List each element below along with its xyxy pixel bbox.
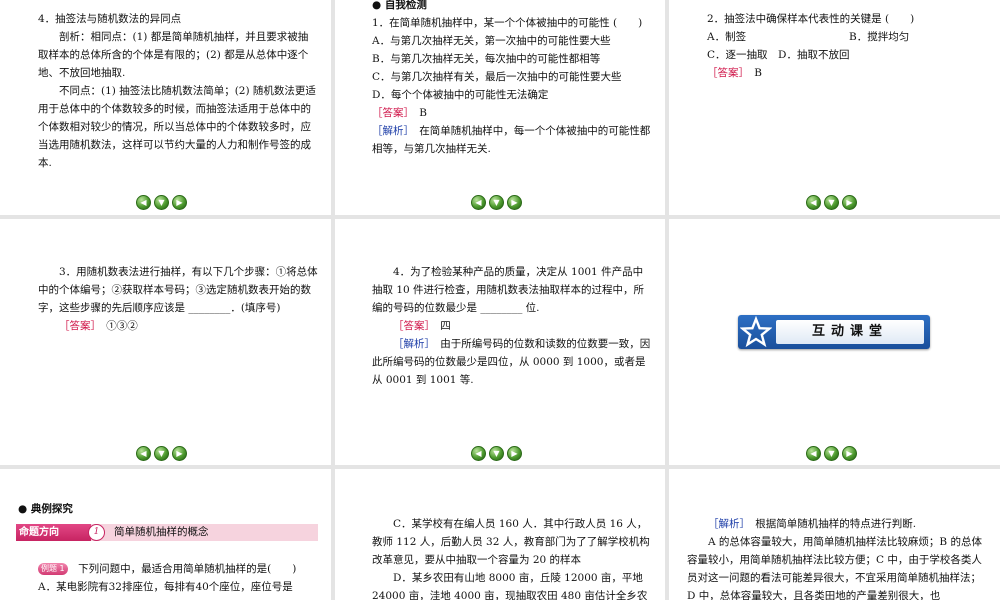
option-c: C．逐一抽取 [707, 49, 768, 61]
home-icon[interactable]: ▼ [824, 446, 839, 461]
next-icon[interactable]: ▶ [507, 195, 522, 210]
explanation-label: ［解析］ [372, 125, 409, 137]
slide-8: C．某学校有在编人员 160 人．其中行政人员 16 人，教师 112 人，后勤… [335, 469, 665, 600]
explanation-label: ［解析］ [708, 518, 745, 530]
topic-tag: 命题方向 [16, 524, 91, 541]
prev-icon[interactable]: ◀ [471, 195, 486, 210]
example-question: 例题 1 下列问题中，最适合用简单随机抽样的是( ) [38, 560, 323, 578]
slide-1: 4．抽签法与随机数法的异同点 剖析：相同点：(1) 都是简单随机抽样，并且要求被… [0, 0, 331, 215]
option-c: C．与第几次抽样有关，最后一次抽中的可能性要大些 [372, 71, 622, 83]
explanation-text: 根据简单随机抽样的特点进行判断. [755, 518, 917, 530]
next-icon[interactable]: ▶ [172, 195, 187, 210]
answer-label: ［答案］ [59, 320, 96, 332]
option-d: D．抽取不放回 [778, 49, 850, 61]
slide-5: 4．为了检验某种产品的质量，决定从 1001 件产品中抽取 10 件进行检查，用… [335, 219, 665, 465]
slide-2: ● 自我检测 1．在简单随机抽样中，某一个个体被抽中的可能性 ( ) A．与第几… [335, 0, 665, 215]
topic-title: 简单随机抽样的概念 [114, 526, 209, 538]
question: 3．用随机数表法进行抽样，有以下几个步骤：①将总体中的个体编号；②获取样本号码；… [38, 266, 318, 314]
paragraph: 剖析：相同点：(1) 都是简单随机抽样，并且要求被抽取样本的总体所含的个体是有限… [38, 31, 309, 79]
answer-line: ［答案］ ①③② [38, 317, 318, 335]
example-text: 下列问题中，最适合用简单随机抽样的是( ) [78, 563, 297, 575]
answer-value: B [419, 107, 427, 119]
interactive-class-banner: 互动课堂 [738, 315, 930, 349]
slide-nav: ◀ ▼ ▶ [136, 446, 187, 461]
answer-label: ［答案］ [372, 107, 409, 119]
answer-line: ［答案］ B [707, 64, 987, 82]
prev-icon[interactable]: ◀ [806, 446, 821, 461]
answer-label: ［答案］ [393, 320, 430, 332]
question: 2．抽签法中确保样本代表性的关键是 ( ) [707, 13, 915, 25]
topic-number: 1 [88, 524, 105, 541]
answer-line: ［答案］ 四 [372, 317, 652, 335]
option-d: D．某乡农田有山地 8000 亩，丘陵 12000 亩，平地 24000 亩，洼… [372, 572, 648, 600]
options-row-2: C．逐一抽取 D．抽取不放回 [707, 46, 987, 64]
banner-title: 互动课堂 [776, 320, 924, 344]
option-a: A．制签 [707, 31, 747, 43]
section-title: ● 自我检测 [372, 0, 427, 11]
next-icon[interactable]: ▶ [507, 446, 522, 461]
next-icon[interactable]: ▶ [172, 446, 187, 461]
explanation-text: 在简单随机抽样中，每一个个体被抽中的可能性都相等，与第几次抽样无关. [372, 125, 651, 155]
question: 1．在简单随机抽样中，某一个个体被抽中的可能性 ( ) [372, 17, 643, 29]
option-a: A．某电影院有32排座位，每排有40个座位，座位号是 [38, 581, 293, 593]
prev-icon[interactable]: ◀ [136, 446, 151, 461]
section-title: ● 典例探究 [18, 503, 73, 515]
heading: 4．抽签法与随机数法的异同点 [38, 13, 182, 25]
answer-value: B [754, 67, 762, 79]
slide-nav: ◀ ▼ ▶ [806, 195, 857, 210]
paragraph: 不同点：(1) 抽签法比随机数法简单；(2) 随机数法更适用于总体中的个体数较多… [38, 85, 316, 169]
answer-value: ①③② [106, 320, 138, 332]
prev-icon[interactable]: ◀ [806, 195, 821, 210]
slide-nav: ◀ ▼ ▶ [806, 446, 857, 461]
explanation: ［解析］ 在简单随机抽样中，每一个个体被抽中的可能性都相等，与第几次抽样无关. [372, 122, 652, 158]
home-icon[interactable]: ▼ [154, 195, 169, 210]
answer-line: ［答案］ B [372, 104, 652, 122]
slide-3: 2．抽签法中确保样本代表性的关键是 ( ) A．制签 B．搅拌均匀 C．逐一抽取 … [669, 0, 1000, 215]
question: 4．为了检验某种产品的质量，决定从 1001 件产品中抽取 10 件进行检查，用… [372, 266, 645, 314]
slide-9: ［解析］ 根据简单随机抽样的特点进行判断. A 的总体容量较大，用简单随机抽样法… [669, 469, 1000, 600]
slide-nav: ◀ ▼ ▶ [471, 195, 522, 210]
home-icon[interactable]: ▼ [489, 446, 504, 461]
home-icon[interactable]: ▼ [489, 195, 504, 210]
explanation-label: ［解析］ [393, 338, 430, 350]
home-icon[interactable]: ▼ [824, 195, 839, 210]
explanation: ［解析］ 由于所编号码的位数和读数的位数要一致，因此所编号码的位数最少是四位，从… [372, 335, 652, 389]
star-icon [740, 316, 772, 348]
option-d: D．每个个体被抽中的可能性无法确定 [372, 89, 549, 101]
next-icon[interactable]: ▶ [842, 195, 857, 210]
prev-icon[interactable]: ◀ [136, 195, 151, 210]
slide-4: 3．用随机数表法进行抽样，有以下几个步骤：①将总体中的个体编号；②获取样本号码；… [0, 219, 331, 465]
explanation: ［解析］ 根据简单随机抽样的特点进行判断. [687, 515, 987, 533]
option-b: B．与第几次抽样无关，每次抽中的可能性都相等 [372, 53, 601, 65]
slide-nav: ◀ ▼ ▶ [471, 446, 522, 461]
option-b: B．搅拌均匀 [849, 31, 910, 43]
home-icon[interactable]: ▼ [154, 446, 169, 461]
slide-nav: ◀ ▼ ▶ [136, 195, 187, 210]
options-row-1: A．制签 B．搅拌均匀 [707, 28, 987, 46]
answer-value: 四 [440, 320, 451, 332]
prev-icon[interactable]: ◀ [471, 446, 486, 461]
topic-bar: 命题方向 1 简单随机抽样的概念 [16, 524, 318, 541]
example-block: 例题 1 下列问题中，最适合用简单随机抽样的是( ) A．某电影院有32排座位，… [38, 560, 323, 596]
example-badge: 例题 1 [38, 563, 68, 575]
answer-label: ［答案］ [707, 67, 744, 79]
explanation-body: A 的总体容量较大，用简单随机抽样法比较麻烦；B 的总体容量较小，用简单随机抽样… [687, 536, 982, 600]
option-c: C．某学校有在编人员 160 人．其中行政人员 16 人，教师 112 人，后勤… [372, 518, 650, 566]
next-icon[interactable]: ▶ [842, 446, 857, 461]
option-a: A．与第几次抽样无关，第一次抽中的可能性要大些 [372, 35, 611, 47]
